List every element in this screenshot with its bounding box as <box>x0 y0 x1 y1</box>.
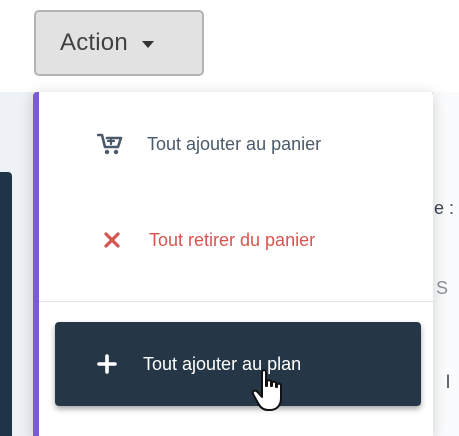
menu-item-label: Tout ajouter au panier <box>147 133 322 154</box>
right-panel-text: e : <box>434 198 455 218</box>
close-icon <box>99 227 125 253</box>
menu-divider <box>39 301 433 302</box>
plus-icon <box>95 352 119 376</box>
action-button-label: Action <box>60 29 128 56</box>
add-all-to-plan-label: Tout ajouter au plan <box>143 353 302 374</box>
right-panel-text: l <box>446 372 450 392</box>
add-all-to-plan-button[interactable]: Tout ajouter au plan <box>55 322 421 406</box>
menu-item-remove-all-from-cart[interactable]: Tout retirer du panier <box>39 208 433 272</box>
action-dropdown-menu: Tout ajouter au panier Tout retirer du p… <box>33 92 433 436</box>
action-dropdown-button[interactable]: Action <box>34 10 204 76</box>
menu-item-label: Tout retirer du panier <box>149 229 316 250</box>
right-panel-text: S <box>436 278 449 298</box>
menu-item-add-all-to-cart[interactable]: Tout ajouter au panier <box>39 112 433 176</box>
left-dark-panel <box>0 172 12 436</box>
screen: e : S l Action Tout ajouter au panier To… <box>0 0 459 436</box>
cart-add-icon <box>97 131 123 157</box>
caret-down-icon <box>141 41 154 48</box>
